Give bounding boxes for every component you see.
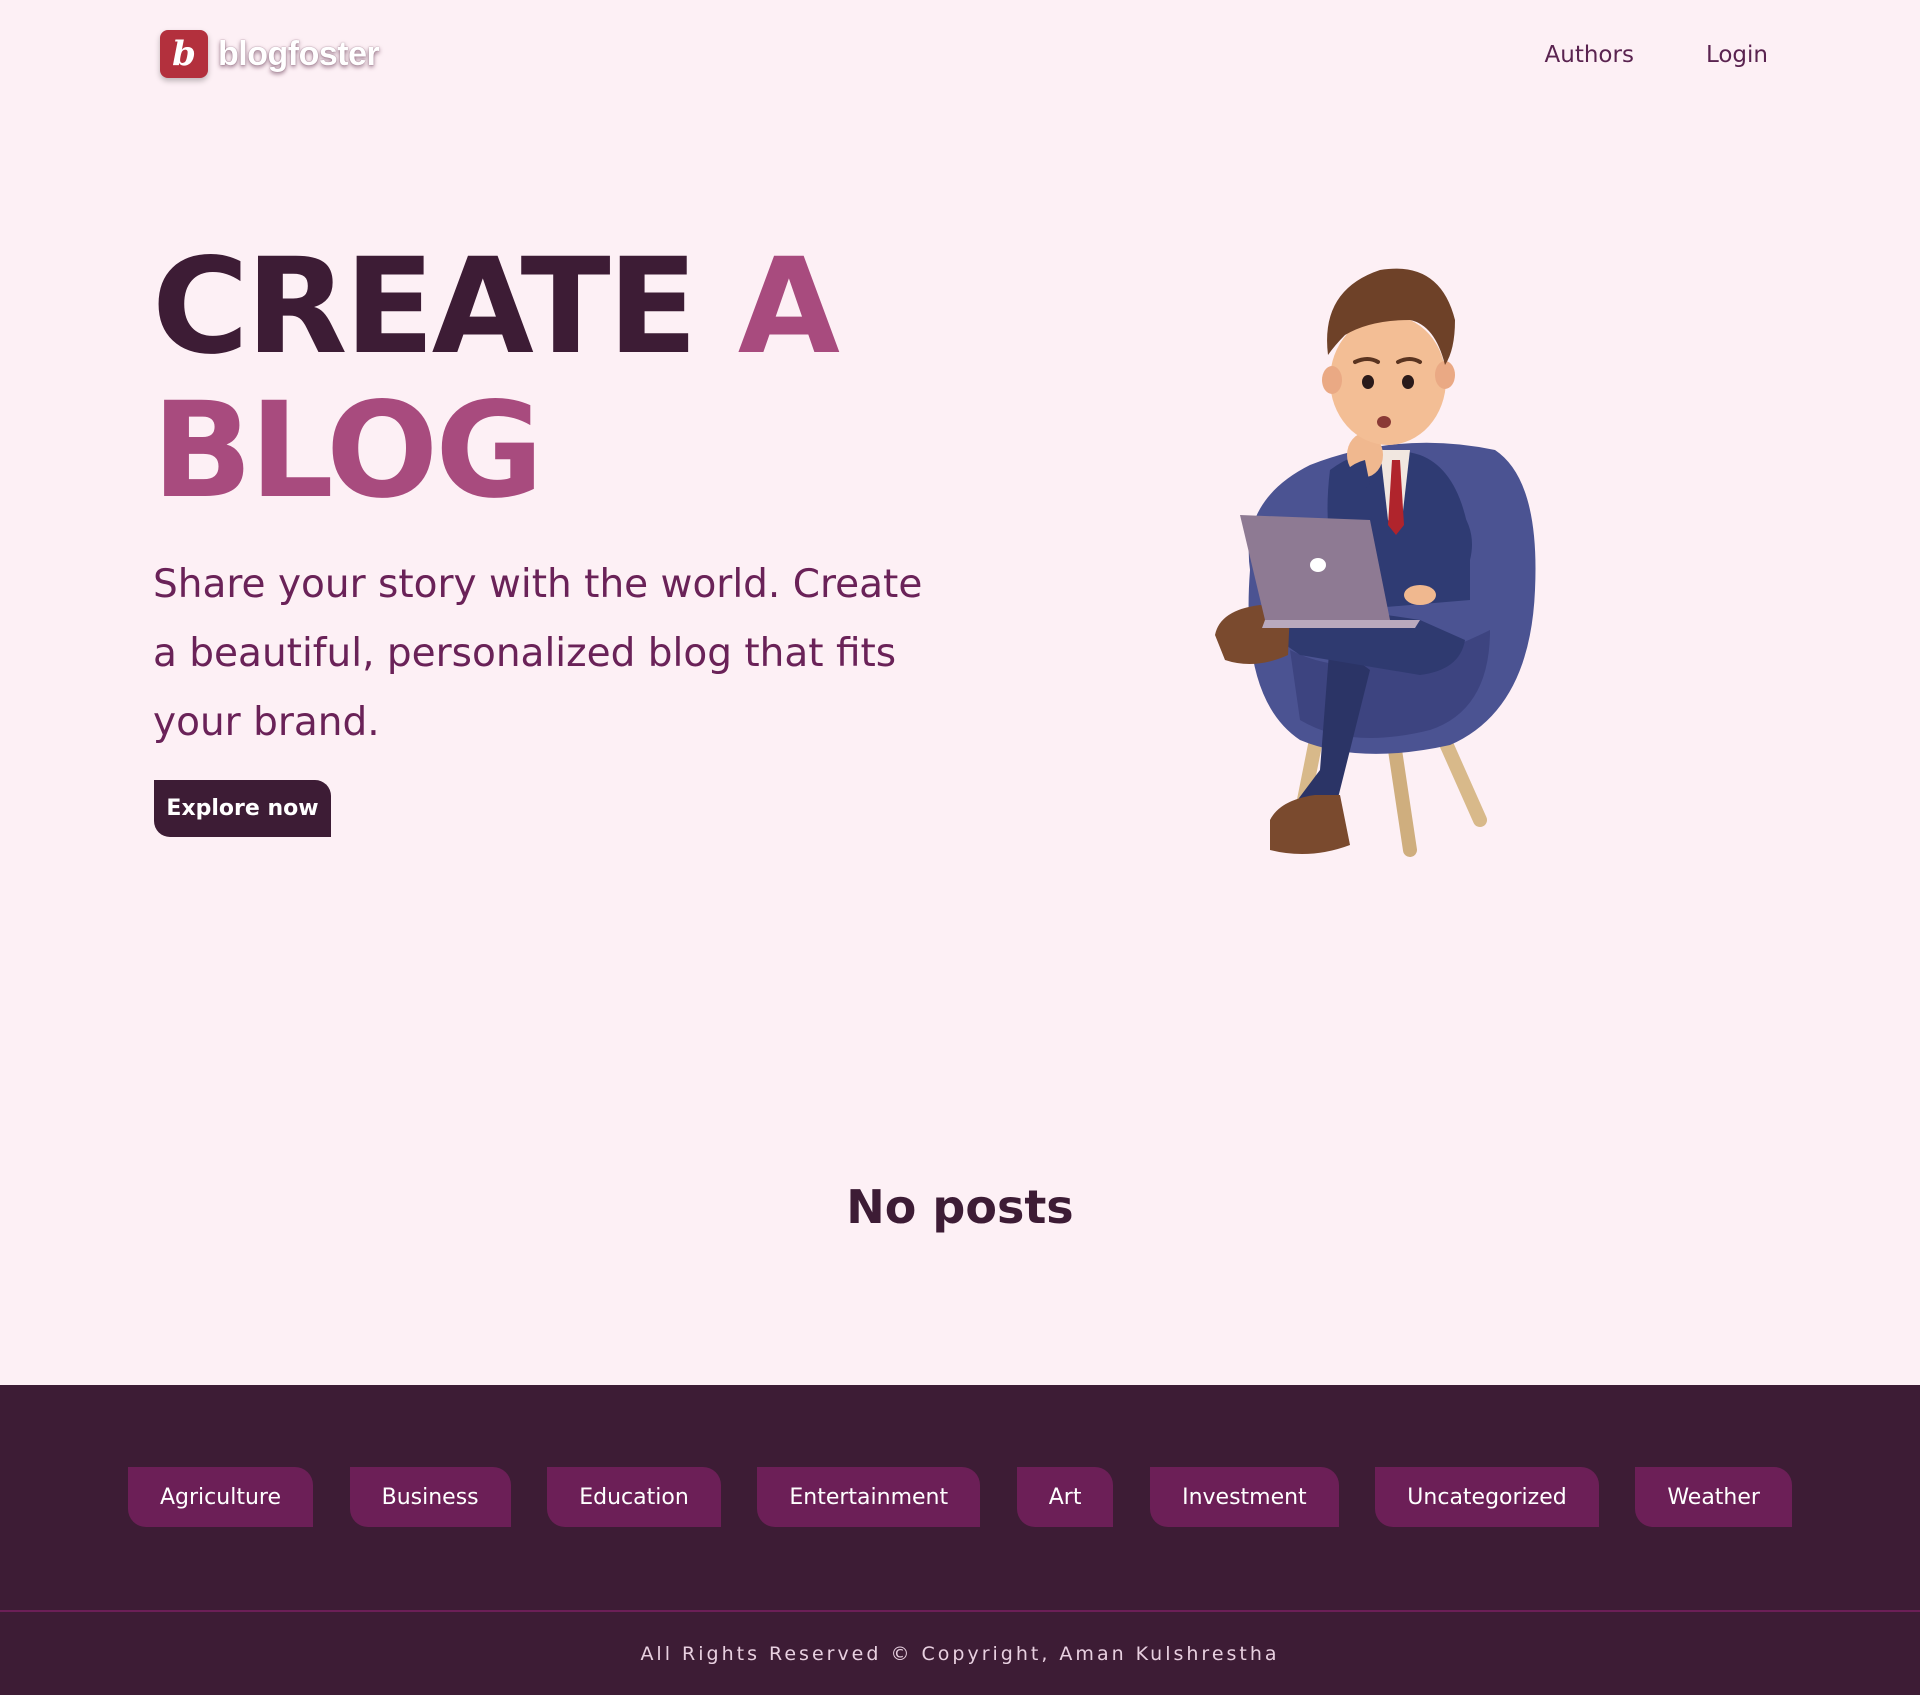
category-chip-agriculture[interactable]: Agriculture	[128, 1467, 313, 1527]
hero-description: Share your story with the world. Create …	[153, 562, 923, 745]
main-nav: Authors Login	[1545, 42, 1768, 68]
category-chip-art[interactable]: Art	[1016, 1467, 1114, 1527]
category-chip-investment[interactable]: Investment	[1150, 1467, 1339, 1527]
hero-title-a: A	[737, 230, 840, 384]
no-posts-message: No posts	[846, 1180, 1074, 1234]
category-chip-business[interactable]: Business	[349, 1467, 511, 1527]
category-chip-entertainment[interactable]: Entertainment	[757, 1467, 981, 1527]
category-chip-uncategorized[interactable]: Uncategorized	[1375, 1467, 1599, 1527]
copyright-text: All Rights Reserved © Copyright, Aman Ku…	[640, 1643, 1280, 1665]
category-chip-weather[interactable]: Weather	[1635, 1467, 1792, 1527]
hero-title-create: CREATE	[152, 230, 698, 384]
logo-icon: b	[160, 30, 208, 78]
hero-title: CREATE A BLOG	[152, 235, 1052, 523]
category-list: Agriculture Business Education Entertain…	[128, 1467, 1792, 1527]
site-header: b blogfoster Authors Login	[0, 0, 1920, 120]
nav-link-login[interactable]: Login	[1706, 42, 1768, 68]
hero-title-blog: BLOG	[152, 374, 544, 528]
explore-now-button[interactable]: Explore now	[154, 780, 331, 837]
site-footer: Agriculture Business Education Entertain…	[0, 1385, 1920, 1695]
footer-divider	[0, 1610, 1920, 1612]
businessman-illustration	[1215, 268, 1536, 857]
nav-link-authors[interactable]: Authors	[1545, 42, 1634, 68]
category-chip-education[interactable]: Education	[547, 1467, 721, 1527]
logo[interactable]: b blogfoster	[160, 30, 380, 78]
logo-text: blogfoster	[218, 34, 380, 73]
